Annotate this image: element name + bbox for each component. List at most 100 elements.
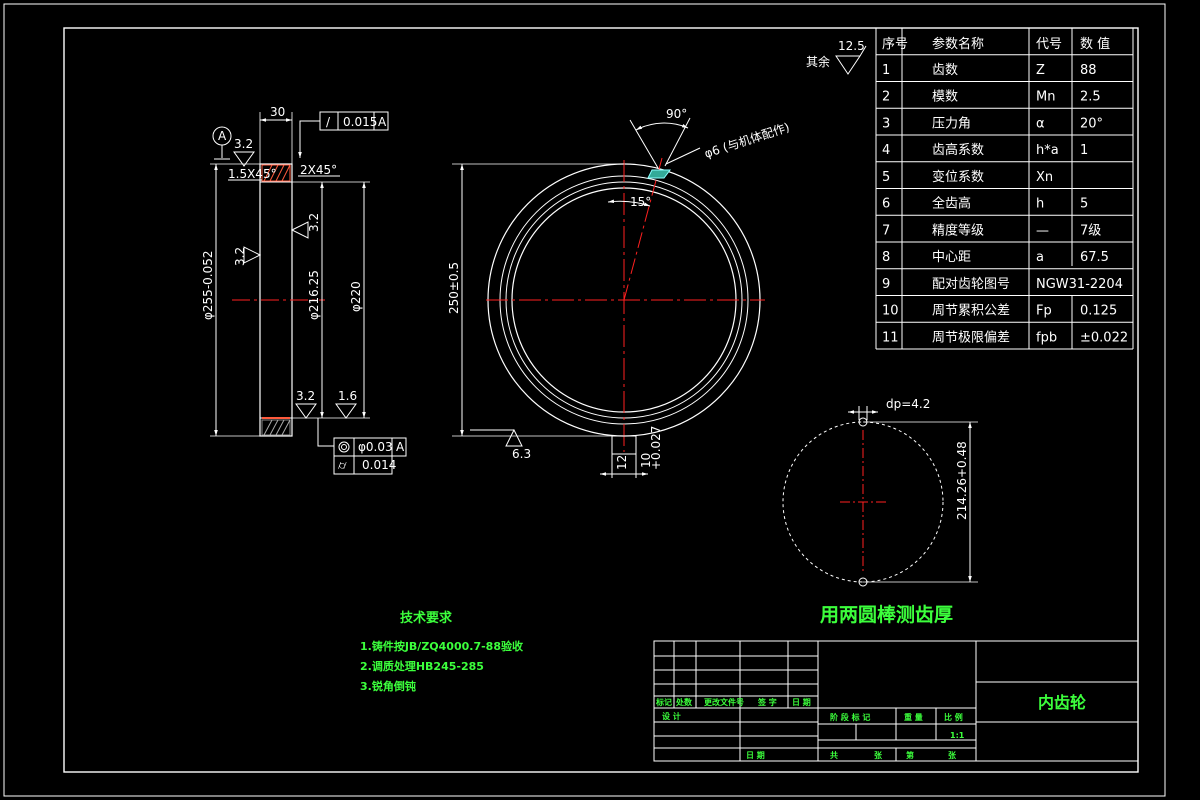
table-cell-7-3: 67.5	[1080, 250, 1109, 265]
keyway-tol: +0.027	[649, 426, 663, 470]
runout-value: 0.014	[362, 458, 396, 472]
parameter-table: 序号 参数名称 代号 数 值 1 齿数 Z 88 2 模数 Mn 2.5 3 压力角 α 20° 4 齿高系数 h*…	[875, 28, 1134, 350]
table-cell-10-0: 11	[882, 330, 899, 345]
outer-border	[3, 3, 1166, 797]
table-cell-4-1: 变位系数	[932, 169, 984, 185]
table-cell-0-3: 88	[1080, 63, 1097, 78]
part-name: 内齿轮	[1038, 693, 1086, 712]
rough-front: 6.3	[512, 447, 531, 461]
table-cell-2-2: α	[1036, 116, 1045, 131]
table-cell-6-2: —	[1036, 223, 1049, 238]
rough-mid: 3.2	[307, 213, 321, 232]
table-cell-1-1: 模数	[932, 90, 958, 105]
tech-item-2: 2.调质处理HB245-285	[360, 659, 484, 673]
dim-dia-inner: φ220	[349, 281, 363, 312]
runout-symbol-icon: ⌭	[338, 458, 347, 472]
table-cell-9-3: 0.125	[1080, 304, 1117, 319]
keyway-depth: 12	[615, 455, 629, 470]
table-cell-7-0: 8	[882, 250, 890, 265]
tb-weight: 重 量	[904, 712, 923, 722]
datum-a-label: A	[218, 129, 227, 143]
roughness-other-label: 其余	[806, 54, 830, 69]
flatness-symbol: /	[326, 115, 331, 129]
measure-caption: 用两圆棒测齿厚	[820, 603, 953, 626]
table-cell-9-1: 周节累积公差	[932, 304, 1010, 319]
table-cell-3-2: h*a	[1036, 143, 1059, 158]
table-cell-2-1: 压力角	[932, 116, 971, 131]
tb-doc-no: 更改文件号	[704, 697, 744, 707]
table-cell-3-1: 齿高系数	[932, 142, 984, 158]
table-cell-3-3: 1	[1080, 143, 1088, 158]
cad-drawing: 序号 参数名称 代号 数 值 1 齿数 Z 88 2 模数 Mn 2.5 3 压力角 α 20° 4 齿高系数 h*…	[3, 3, 1166, 797]
tb-count: 处数	[675, 697, 693, 707]
hole-note: φ6 (与机体配作)	[703, 120, 792, 161]
title-block: 标记 处数 更改文件号 签 字 日 期 设 计 阶 段 标 记 重 量 比 例 …	[653, 640, 1139, 762]
tech-item-1: 1.铸件按JB/ZQ4000.7-88验收	[360, 639, 523, 653]
dim-dia-outer: φ255-0.052	[201, 250, 215, 320]
rough-bot1: 3.2	[296, 389, 315, 403]
table-cell-1-0: 2	[882, 90, 890, 105]
tb-approve-date: 日 期	[746, 750, 765, 760]
flatness-tolerance-frame: / 0.015 A	[298, 111, 389, 158]
dim-width: 30	[270, 105, 285, 119]
table-cell-5-3: 5	[1080, 197, 1088, 212]
table-cell-3-0: 4	[882, 143, 890, 158]
table-cell-8-2: NGW31-2204	[1036, 277, 1123, 292]
front-view: 90° 15° φ6 (与机体配作) 250±0.5 10 +0.027 12 …	[447, 107, 791, 478]
table-cell-4-0: 5	[882, 170, 890, 185]
table-cell-5-0: 6	[882, 197, 890, 212]
tb-mark: 标记	[655, 697, 672, 707]
chamfer-left: 1.5X45°	[228, 167, 277, 181]
table-header-0: 序号	[882, 37, 908, 52]
table-cell-4-2: Xn	[1036, 170, 1053, 185]
coax-value: φ0.03	[358, 440, 393, 454]
tb-scale: 比 例	[944, 712, 963, 722]
table-cell-10-2: fpb	[1036, 330, 1057, 345]
table-cell-10-3: ±0.022	[1080, 330, 1128, 345]
dim-dia-250: 250±0.5	[447, 262, 461, 314]
measure-view: 214.26+0.48 dp=4.2 用两圆棒测齿厚	[782, 397, 978, 626]
tb-sign: 签 字	[757, 697, 777, 707]
table-cell-0-0: 1	[882, 63, 890, 78]
coaxiality-tolerance-frame: φ0.03 A ⌭ 0.014	[317, 418, 407, 475]
table-cell-10-1: 周节极限偏差	[932, 330, 1010, 345]
table-cell-8-1: 配对齿轮图号	[932, 277, 1010, 292]
table-cell-6-0: 7	[882, 223, 890, 238]
tech-item-3: 3.锐角倒钝	[360, 679, 416, 693]
flatness-value: 0.015	[343, 115, 377, 129]
table-cell-0-1: 齿数	[932, 63, 958, 78]
table-cell-1-2: Mn	[1036, 90, 1055, 105]
table-header-1: 参数名称	[932, 36, 984, 52]
tb-sheet-no: 第	[906, 750, 914, 760]
tb-scale-value: 1:1	[950, 731, 965, 740]
tb-sheets-total: 共	[830, 750, 838, 760]
tb-sheet: 张	[874, 751, 883, 760]
tb-stage: 阶 段 标 记	[830, 712, 870, 722]
table-cell-0-2: Z	[1036, 63, 1045, 78]
tech-requirements: 技术要求 1.铸件按JB/ZQ4000.7-88验收 2.调质处理HB245-2…	[360, 610, 523, 693]
rough-top: 3.2	[234, 137, 253, 151]
dp-label: dp=4.2	[886, 397, 930, 411]
rough-left: 3.2	[233, 247, 247, 266]
table-header-2: 代号	[1036, 37, 1062, 52]
table-cell-2-3: 20°	[1080, 116, 1103, 131]
table-cell-8-0: 9	[882, 277, 890, 292]
table-header-3: 数 值	[1080, 36, 1110, 52]
flatness-datum: A	[378, 115, 387, 129]
tb-sheet2: 张	[948, 751, 957, 760]
roughness-other-value: 12.5	[838, 39, 865, 53]
table-cell-9-2: Fp	[1036, 304, 1052, 319]
coax-datum: A	[396, 440, 405, 454]
table-cell-2-0: 3	[882, 116, 890, 131]
dim-m: 214.26+0.48	[955, 441, 969, 520]
rough-bot2: 1.6	[338, 389, 357, 403]
angle-15: 15°	[630, 195, 651, 209]
angle-90: 90°	[666, 107, 687, 121]
table-cell-6-3: 7级	[1080, 223, 1101, 238]
table-cell-6-1: 精度等级	[932, 222, 984, 238]
dim-dia-tooth: φ216.25	[307, 270, 321, 320]
table-cell-5-2: h	[1036, 197, 1044, 212]
roughness-other: 其余 12.5	[806, 39, 867, 75]
table-cell-7-2: a	[1036, 250, 1044, 265]
table-cell-7-1: 中心距	[932, 250, 971, 265]
